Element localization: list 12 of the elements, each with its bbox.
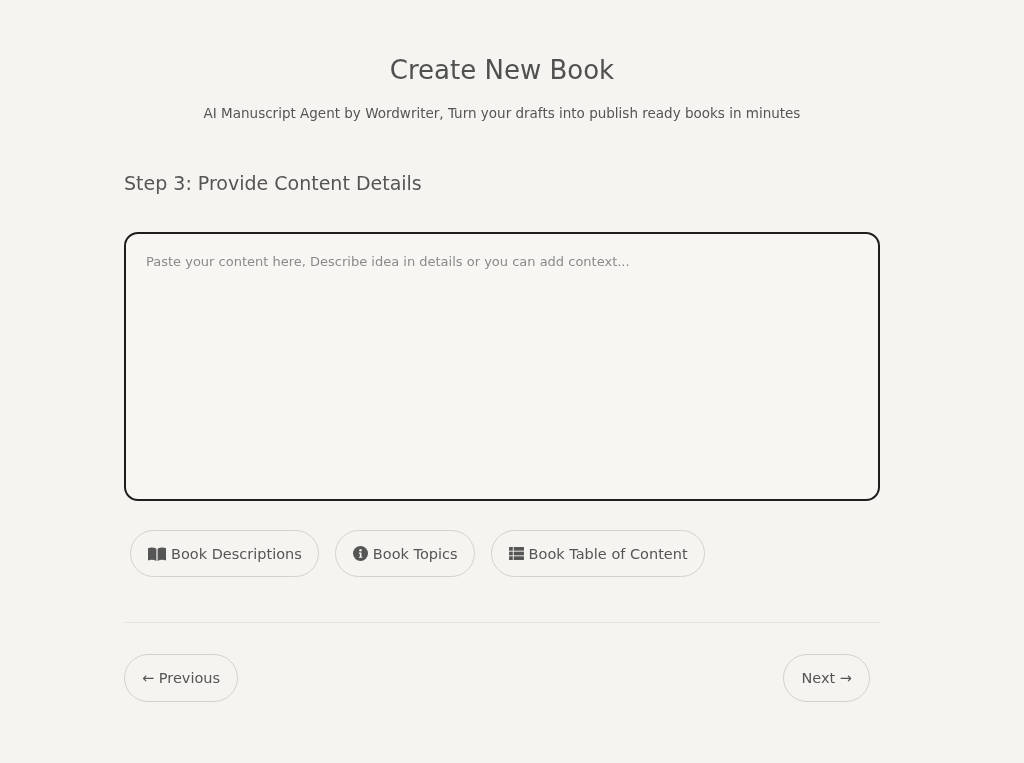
list-icon bbox=[508, 547, 524, 560]
suggestion-chip[interactable]: Book Table of Content bbox=[490, 530, 705, 577]
step-heading: Step 3: Provide Content Details bbox=[124, 171, 422, 196]
content-textarea[interactable]: Paste your content here, Describe idea in details or you can add context... bbox=[124, 232, 880, 501]
info-icon bbox=[352, 546, 368, 561]
suggestion-chip[interactable]: Book Descriptions bbox=[130, 530, 319, 577]
open-book-icon bbox=[148, 546, 166, 561]
suggestion-chip[interactable]: Book Topics bbox=[334, 530, 475, 577]
page-title: Create New Book bbox=[389, 54, 615, 87]
page-subtitle: AI Manuscript Agent by Wordwriter, Turn your drafts into publish ready books in minutes bbox=[203, 104, 801, 123]
next-button[interactable]: Next → bbox=[783, 654, 870, 702]
previous-button[interactable]: ← Previous bbox=[124, 654, 239, 702]
